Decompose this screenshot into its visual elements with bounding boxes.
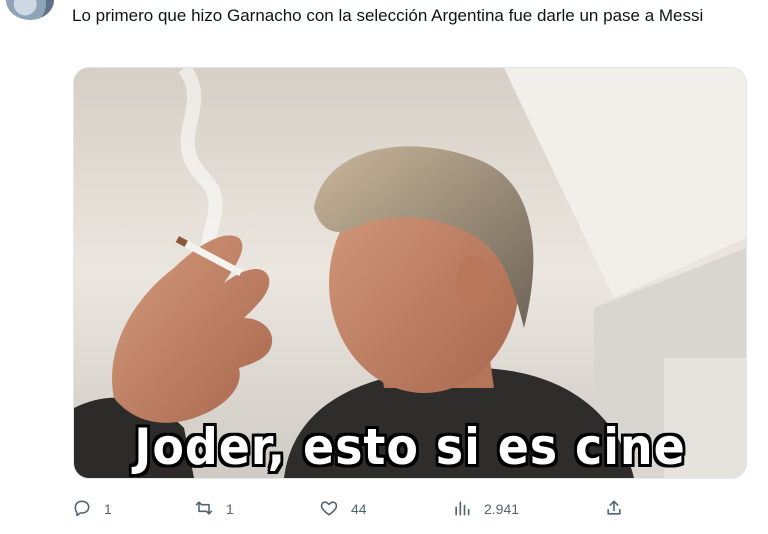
views-count: 2.941 <box>484 501 520 517</box>
tweet-actions-bar: 1 1 44 2.941 <box>72 494 642 524</box>
retweet-icon <box>194 498 214 521</box>
meme-image <box>74 68 746 478</box>
tweet-media-image[interactable]: Joder, esto si es cine <box>73 67 747 479</box>
reply-icon <box>72 498 92 521</box>
views-button[interactable]: 2.941 <box>452 494 519 524</box>
avatar[interactable] <box>6 0 54 20</box>
retweet-button[interactable]: 1 <box>194 494 234 524</box>
like-count: 44 <box>351 501 367 517</box>
share-icon <box>604 498 624 521</box>
heart-icon <box>319 498 339 521</box>
views-icon <box>452 498 472 521</box>
meme-caption: Joder, esto si es cine <box>134 418 686 476</box>
reply-button[interactable]: 1 <box>72 494 112 524</box>
retweet-count: 1 <box>226 501 234 517</box>
reply-count: 1 <box>104 501 112 517</box>
like-button[interactable]: 44 <box>319 494 367 524</box>
tweet-text: Lo primero que hizo Garnacho con la sele… <box>72 6 704 25</box>
share-button[interactable] <box>604 494 624 524</box>
